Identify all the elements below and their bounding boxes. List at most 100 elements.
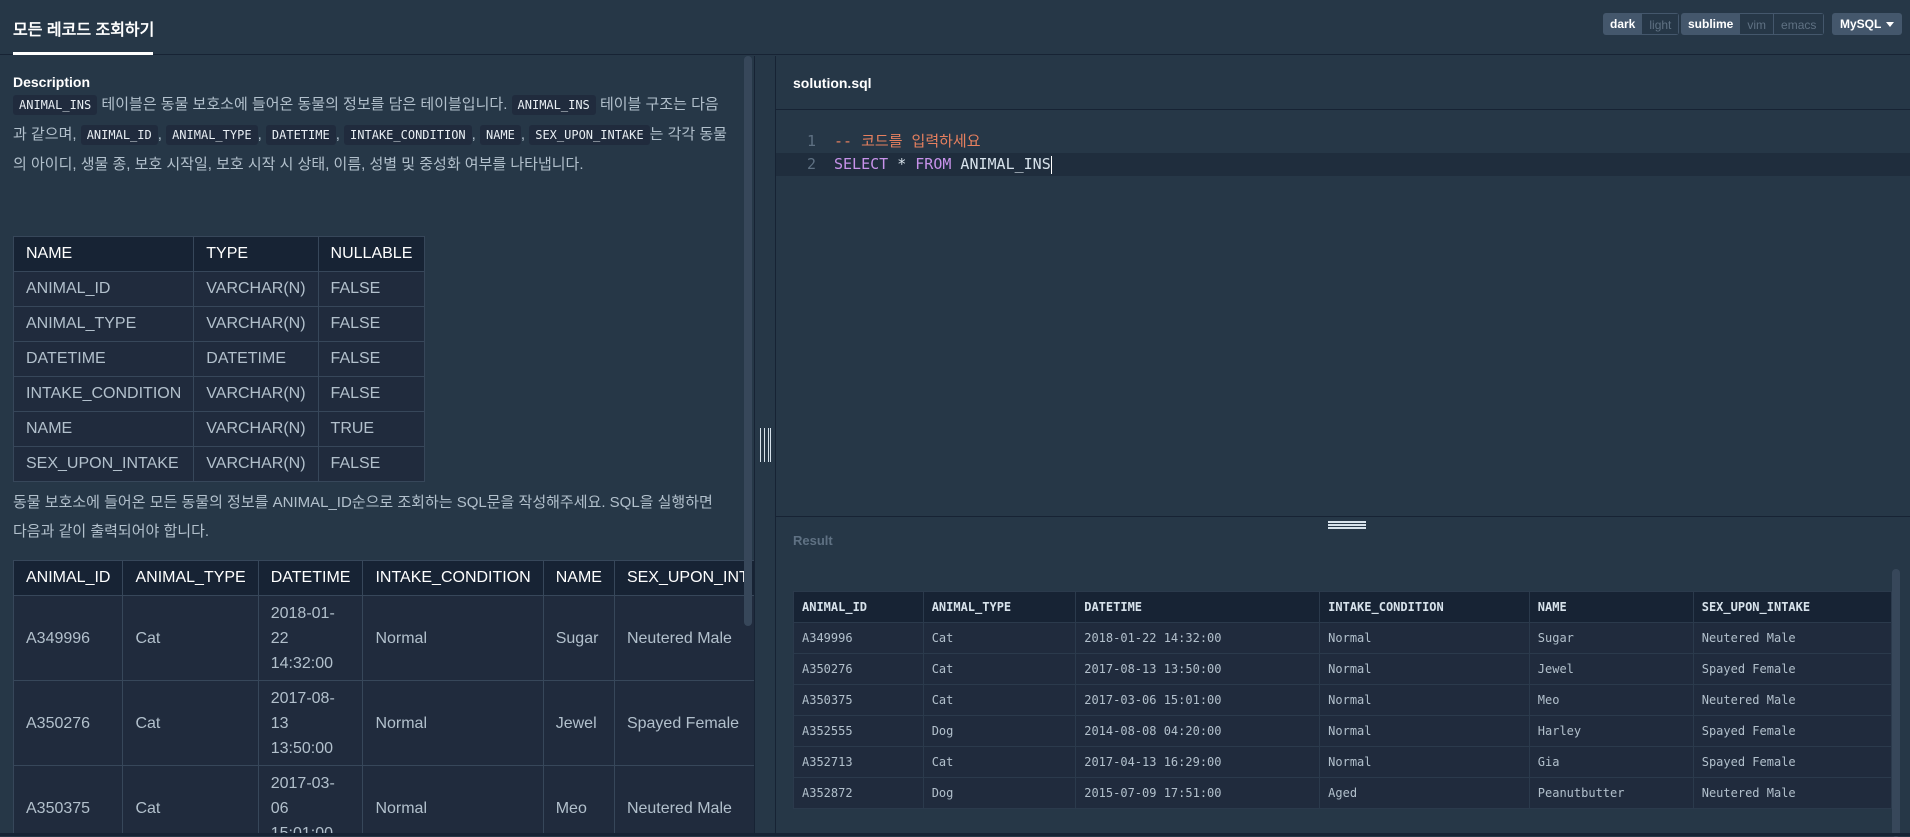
schema-cell: FALSE — [317, 446, 426, 482]
code-chip: ANIMAL_INS — [511, 95, 596, 115]
resize-handle-icon[interactable] — [1328, 521, 1366, 529]
schema-cell: VARCHAR(N) — [193, 271, 319, 307]
theme-light-button[interactable]: light — [1642, 13, 1680, 35]
code-token: * — [888, 155, 916, 173]
result-cell: Gia — [1528, 746, 1694, 778]
result-cell: Aged — [1319, 777, 1530, 809]
keymap-vim-button[interactable]: vim — [1740, 13, 1775, 35]
schema-cell: DATETIME — [12, 341, 195, 377]
intro-text: , — [520, 126, 530, 143]
result-row: A350276 Cat 2017-08-13 13:50:00 Normal Jewel… — [793, 653, 1893, 685]
description-panel: Description ANIMAL_INS 테이블은 동물 보호소에 들어온 … — [0, 56, 754, 836]
example-cell: Sugar — [542, 595, 615, 681]
keymap-toggle: sublime vim emacs — [1681, 13, 1825, 35]
result-scrollbar[interactable] — [1892, 569, 1900, 837]
result-column-header: INTAKE_CONDITION — [1319, 591, 1530, 623]
result-column-header: SEX_UPON_INTAKE — [1692, 591, 1893, 623]
example-row: A350276 Cat 2017-08- 13 13:50:00 Normal Jewel S… — [12, 680, 754, 766]
code-chip: NAME — [479, 125, 521, 145]
intro-text: , — [335, 126, 345, 143]
example-row: A349996 Cat 2018-01- 22 14:32:00 Normal Sugar N… — [12, 595, 754, 681]
code-chip: ANIMAL_ID — [80, 125, 158, 145]
result-cell: 2018-01-22 14:32:00 — [1075, 622, 1321, 654]
result-table: ANIMAL_ID ANIMAL_TYPE DATETIME INTAKE_CONDI… — [793, 591, 1893, 809]
result-cell: A350276 — [793, 653, 924, 685]
schema-cell: VARCHAR(N) — [193, 306, 319, 342]
result-row: A352555 Dog 2014-08-08 04:20:00 Normal Harle… — [793, 715, 1893, 747]
intro-text: , — [471, 126, 480, 143]
code-text: SELECT * FROM ANIMAL_INS — [834, 153, 1052, 176]
intro-text: , — [157, 126, 167, 143]
result-column-header: NAME — [1528, 591, 1694, 623]
result-row: A350375 Cat 2017-03-06 15:01:00 Normal Meo Ne… — [793, 684, 1893, 716]
example-cell: 2017-08- 13 13:50:00 — [257, 680, 364, 766]
code-token: ANIMAL_INS — [951, 155, 1051, 173]
language-label: MySQL — [1840, 17, 1882, 31]
problem-title-tab[interactable]: 모든 레코드 조회하기 — [13, 16, 154, 40]
schema-cell: NAME — [12, 411, 195, 447]
panel-splitter[interactable] — [754, 56, 776, 836]
result-cell: Jewel — [1528, 653, 1694, 685]
example-cell: Jewel — [542, 680, 615, 766]
example-cell: A350276 — [12, 680, 124, 766]
drag-handle-icon — [760, 428, 771, 462]
example-cell: 2017-03- 06 15:01:00 — [257, 765, 364, 836]
schema-cell: FALSE — [317, 306, 426, 342]
language-select[interactable]: MySQL — [1832, 13, 1903, 35]
result-column-header: ANIMAL_ID — [793, 591, 924, 623]
cell-line: 22 — [270, 629, 289, 647]
result-cell: Spayed Female — [1692, 746, 1893, 778]
result-cell: Dog — [922, 777, 1077, 809]
cell-line: 14:32:00 — [270, 654, 334, 672]
result-cell: 2017-08-13 13:50:00 — [1075, 653, 1321, 685]
example-cell: Normal — [362, 765, 544, 836]
text-cursor — [1050, 155, 1052, 174]
schema-column-header: NULLABLE — [317, 236, 426, 272]
result-cell: 2017-04-13 16:29:00 — [1075, 746, 1321, 778]
result-cell: A350375 — [793, 684, 924, 716]
result-cell: 2015-07-09 17:51:00 — [1075, 777, 1321, 809]
editor-file-bar: solution.sql — [776, 56, 1910, 110]
result-cell: Neutered Male — [1692, 622, 1893, 654]
theme-dark-button[interactable]: dark — [1603, 13, 1643, 35]
keymap-emacs-button[interactable]: emacs — [1774, 13, 1825, 35]
result-cell: Peanutbutter — [1528, 777, 1694, 809]
cell-line: 2018-01- — [270, 604, 335, 622]
result-cell: Sugar — [1528, 622, 1694, 654]
description-scrollbar[interactable] — [744, 56, 752, 626]
schema-cell: FALSE — [317, 341, 426, 377]
result-row: A349996 Cat 2018-01-22 14:32:00 Normal Sugar… — [793, 622, 1893, 654]
code-editor[interactable]: 1 -- 코드를 입력하세요 2 SELECT * FROM ANIMAL_INS — [776, 110, 1910, 516]
cell-line: 13 — [270, 714, 289, 732]
code-chip: SEX_UPON_INTAKE — [529, 125, 650, 145]
schema-cell: VARCHAR(N) — [193, 446, 319, 482]
result-cell: A349996 — [793, 622, 924, 654]
example-cell: Cat — [122, 680, 259, 766]
code-line: 2 SELECT * FROM ANIMAL_INS — [776, 153, 1910, 176]
result-cell: Normal — [1319, 715, 1530, 747]
file-name-tab[interactable]: solution.sql — [793, 75, 872, 91]
result-column-header: DATETIME — [1075, 591, 1321, 623]
schema-cell: INTAKE_CONDITION — [12, 376, 195, 412]
code-line: 1 -- 코드를 입력하세요 — [776, 130, 1910, 153]
example-cell: Meo — [542, 765, 615, 836]
cell-line: 06 — [270, 799, 289, 817]
schema-row: DATETIME DATETIME FALSE — [12, 341, 426, 377]
example-row: A350375 Cat 2017-03- 06 15:01:00 Normal Meo Neu… — [12, 765, 754, 836]
result-row: A352872 Dog 2015-07-09 17:51:00 Aged Peanutb… — [793, 777, 1893, 809]
result-cell: Cat — [922, 746, 1077, 778]
example-column-header: DATETIME — [257, 560, 364, 596]
code-token: SELECT — [834, 155, 889, 173]
result-row: A352713 Cat 2017-04-13 16:29:00 Normal Gia Sp… — [793, 746, 1893, 778]
result-label: Result — [793, 533, 833, 548]
keymap-sublime-button[interactable]: sublime — [1681, 13, 1741, 35]
example-cell: Spayed Female — [613, 680, 754, 766]
example-column-header: SEX_UPON_INT — [613, 560, 754, 596]
schema-table: NAME TYPE NULLABLE ANIMAL_ID VARCHAR(N) FALS… — [12, 236, 426, 482]
cell-line: 2017-03- — [270, 774, 335, 792]
example-cell: Cat — [122, 595, 259, 681]
result-cell: A352872 — [793, 777, 924, 809]
code-chip: ANIMAL_INS — [13, 95, 98, 115]
result-cell: Normal — [1319, 653, 1530, 685]
result-cell: Normal — [1319, 746, 1530, 778]
